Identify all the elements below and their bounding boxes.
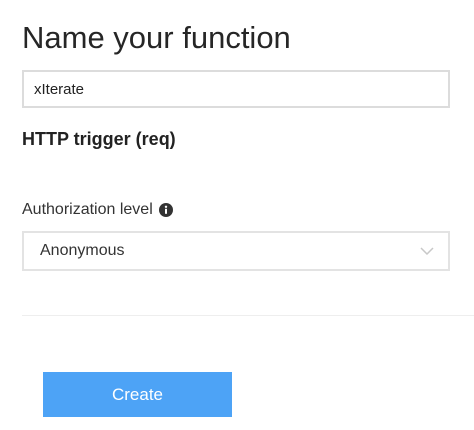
function-name-input[interactable]	[22, 70, 450, 108]
authorization-level-selected: Anonymous	[40, 242, 125, 259]
divider	[22, 315, 474, 316]
create-button[interactable]: Create	[43, 372, 232, 417]
authorization-level-label: Authorization level	[22, 201, 153, 218]
chevron-down-icon	[420, 246, 434, 256]
authorization-level-label-row: Authorization level	[22, 199, 173, 221]
page-title: Name your function	[22, 20, 291, 55]
trigger-type-label: HTTP trigger (req)	[22, 129, 176, 149]
authorization-level-dropdown[interactable]: Anonymous	[22, 231, 450, 271]
info-icon[interactable]	[158, 203, 173, 217]
create-function-panel: Name your function HTTP trigger (req) Au…	[0, 0, 474, 430]
